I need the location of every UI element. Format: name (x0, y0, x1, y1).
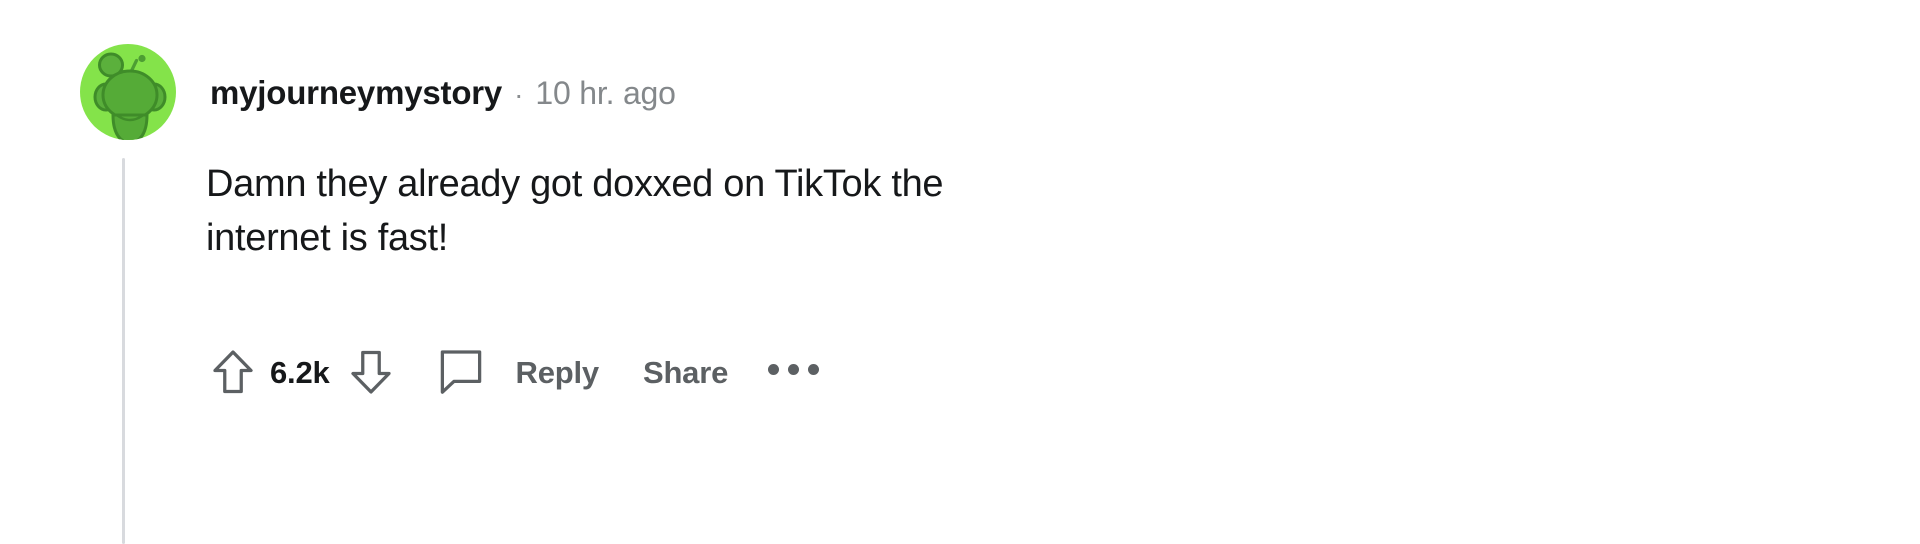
byline-separator: · (514, 78, 524, 110)
share-button[interactable]: Share (643, 357, 728, 388)
reddit-snoo-icon (93, 52, 167, 140)
comment-byline: myjourneymystory · 10 hr. ago (210, 76, 676, 109)
comment-reply-icon-button[interactable] (434, 342, 488, 402)
avatar[interactable] (80, 44, 176, 140)
reddit-comment: myjourneymystory · 10 hr. ago Damn they … (0, 0, 1920, 544)
ellipsis-icon-dot-2 (788, 363, 800, 375)
comment-action-bar: 6.2k Reply Share (206, 337, 820, 407)
ellipsis-icon-dot-1 (768, 363, 780, 375)
upvote-button[interactable] (206, 342, 260, 402)
comment-body: Damn they already got doxxed on TikTok t… (206, 158, 1306, 266)
comment-header: myjourneymystory · 10 hr. ago (80, 44, 676, 140)
downvote-button[interactable] (344, 342, 398, 402)
vote-count: 6.2k (270, 354, 330, 390)
arrow-up-icon (213, 350, 253, 394)
arrow-down-icon (350, 350, 391, 394)
ellipsis-icon-dot-3 (808, 363, 820, 375)
comment-body-line-2: internet is fast! (206, 216, 449, 259)
reply-button[interactable]: Reply (516, 357, 600, 388)
thread-collapse-line[interactable] (122, 158, 125, 544)
more-options-button[interactable] (768, 339, 820, 405)
comment-timestamp[interactable]: 10 hr. ago (535, 77, 676, 109)
author-username[interactable]: myjourneymystory (210, 76, 502, 109)
comment-bubble-icon (440, 350, 481, 394)
vote-group: 6.2k (206, 342, 398, 402)
comment-body-line-1: Damn they already got doxxed on TikTok t… (206, 163, 944, 205)
